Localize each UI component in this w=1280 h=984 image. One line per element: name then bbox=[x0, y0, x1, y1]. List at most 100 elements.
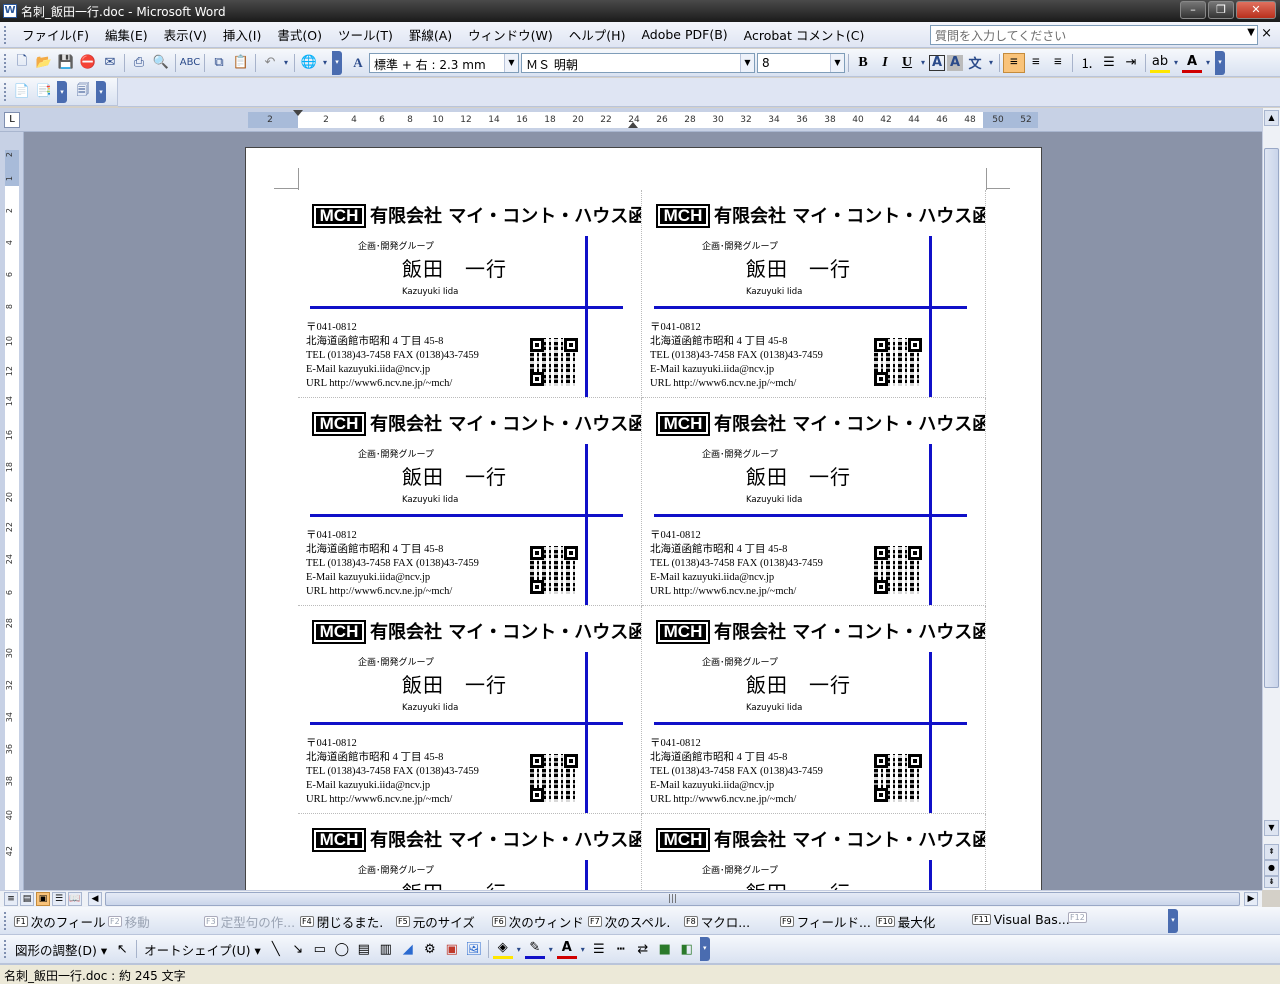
phonetic-guide-icon[interactable]: 文 bbox=[965, 53, 985, 73]
print-layout-icon[interactable]: ▣ bbox=[36, 892, 50, 906]
shadow-style-icon[interactable]: ■ bbox=[655, 939, 675, 959]
underline-dropdown-icon[interactable]: ▾ bbox=[919, 53, 927, 73]
style-combobox[interactable]: 標準 + 右 : 2.3 mm ▼ bbox=[369, 52, 519, 73]
align-center-icon[interactable]: ≡ bbox=[1025, 53, 1047, 73]
fill-color-dropdown-icon[interactable]: ▾ bbox=[515, 939, 523, 959]
highlight-dropdown-icon[interactable]: ▾ bbox=[1172, 53, 1180, 73]
outline-view-icon[interactable]: ☰ bbox=[52, 892, 66, 906]
clip-art-icon[interactable]: ▣ bbox=[442, 939, 462, 959]
scroll-down-button[interactable]: ▼ bbox=[1264, 820, 1279, 836]
bullets-icon[interactable]: ☰ bbox=[1099, 53, 1119, 73]
toolbar-options-icon[interactable]: ▾ bbox=[332, 50, 342, 75]
font-color-dropdown-icon[interactable]: ▾ bbox=[1204, 53, 1212, 73]
menu-help[interactable]: ヘルプ(H) bbox=[561, 25, 634, 44]
italic-button[interactable]: I bbox=[874, 53, 896, 73]
undo-icon[interactable]: ↶ bbox=[260, 53, 280, 73]
oval-icon[interactable]: ◯ bbox=[332, 939, 352, 959]
align-left-icon[interactable]: ≡ bbox=[1003, 52, 1025, 73]
text-box-icon[interactable]: ▤ bbox=[354, 939, 374, 959]
scroll-right-button[interactable]: ▶ bbox=[1244, 892, 1258, 906]
pdf-toolbar-options-icon[interactable]: ▾ bbox=[57, 80, 67, 103]
menu-grip[interactable] bbox=[4, 25, 8, 44]
save-icon[interactable]: 💾 bbox=[56, 53, 76, 73]
reading-layout-icon[interactable]: 📖 bbox=[68, 892, 82, 906]
draw-font-color-icon[interactable]: A bbox=[556, 939, 577, 959]
review-toolbar-options-icon[interactable]: ▾ bbox=[96, 80, 106, 103]
toolbar-grip[interactable] bbox=[4, 82, 8, 101]
fkey-f5[interactable]: F5 元のサイズ bbox=[396, 912, 475, 931]
vertical-ruler[interactable]: 2 1 2 4 6 8 10 12 14 16 18 20 22 24 6 28… bbox=[5, 150, 19, 890]
spelling-icon[interactable]: ABC bbox=[180, 53, 201, 73]
highlight-icon[interactable]: ab bbox=[1150, 53, 1170, 73]
horizontal-scroll-thumb[interactable]: ||| bbox=[105, 892, 1240, 906]
open-icon[interactable]: 📂 bbox=[34, 53, 54, 73]
menu-window[interactable]: ウィンドウ(W) bbox=[460, 25, 561, 44]
tab-selector[interactable]: L bbox=[4, 112, 20, 128]
first-line-indent-marker[interactable] bbox=[293, 110, 303, 116]
paste-icon[interactable]: 📋 bbox=[231, 53, 251, 73]
fkey-f1[interactable]: F1 次のフィール bbox=[14, 912, 105, 931]
select-objects-icon[interactable]: ↖ bbox=[112, 939, 132, 959]
next-page-icon[interactable]: ⇟ bbox=[1264, 876, 1279, 888]
right-indent-marker[interactable] bbox=[628, 122, 638, 128]
picture-icon[interactable]: 🖼 bbox=[464, 939, 484, 959]
fkey-f6[interactable]: F6 次のウィンド bbox=[492, 912, 584, 931]
fkey-f8[interactable]: F8 マクロ... bbox=[684, 912, 750, 931]
font-size-dropdown-icon[interactable]: ▼ bbox=[830, 53, 844, 72]
toolbar-grip[interactable] bbox=[4, 940, 8, 958]
pdf-review-icon[interactable]: 🗐 bbox=[73, 82, 93, 102]
autoshapes-menu[interactable]: オートシェイプ(U) ▾ bbox=[140, 940, 265, 959]
business-card[interactable]: MCH有限会社 マイ・コント・ハウス函館企画･開発グループ飯田 一行Kazuyu… bbox=[298, 606, 642, 814]
draw-font-color-dropdown-icon[interactable]: ▾ bbox=[579, 939, 587, 959]
vertical-scrollbar[interactable]: ▲ ▼ ⇞ ● ⇟ bbox=[1262, 108, 1280, 890]
styles-pane-icon[interactable]: A bbox=[348, 53, 368, 73]
scroll-left-button[interactable]: ◀ bbox=[88, 892, 102, 906]
font-size-combobox[interactable]: 8 ▼ bbox=[757, 52, 845, 73]
previous-page-icon[interactable]: ⇞ bbox=[1264, 844, 1279, 860]
research-dropdown-icon[interactable]: ▾ bbox=[321, 53, 329, 73]
browse-object-icon[interactable]: ● bbox=[1264, 860, 1279, 876]
business-card[interactable]: MCH有限会社 マイ・コント・ハウス函館企画･開発グループ飯田 一行Kazuyu… bbox=[642, 814, 986, 890]
print-icon[interactable]: ⎙ bbox=[129, 53, 149, 73]
underline-button[interactable]: U bbox=[896, 53, 918, 73]
new-document-icon[interactable]: 🗋 bbox=[12, 53, 32, 73]
arrow-style-icon[interactable]: ⇄ bbox=[633, 939, 653, 959]
vertical-text-box-icon[interactable]: ▥ bbox=[376, 939, 396, 959]
business-card[interactable]: MCH有限会社 マイ・コント・ハウス函館企画･開発グループ飯田 一行Kazuyu… bbox=[298, 398, 642, 606]
diagram-icon[interactable]: ⚙ bbox=[420, 939, 440, 959]
indent-icon[interactable]: ⇥ bbox=[1121, 53, 1141, 73]
draw-adjust-menu[interactable]: 図形の調整(D) ▾ bbox=[11, 940, 111, 959]
horizontal-ruler[interactable]: 2 2 4 6 8 10 12 14 16 18 20 22 24 26 28 … bbox=[248, 110, 1038, 128]
fkey-toolbar-options-icon[interactable]: ▾ bbox=[1168, 909, 1178, 933]
business-card[interactable]: MCH有限会社 マイ・コント・ハウス函館企画･開発グループ飯田 一行Kazuyu… bbox=[642, 190, 986, 398]
arrow-icon[interactable]: ↘ bbox=[288, 939, 308, 959]
email-icon[interactable]: ✉ bbox=[100, 53, 120, 73]
close-document-icon[interactable]: × bbox=[1261, 26, 1272, 41]
horizontal-scrollbar[interactable]: ≡ ▤ ▣ ☰ 📖 ◀ ||| ▶ bbox=[0, 890, 1262, 907]
font-combobox[interactable]: ＭＳ 明朝 ▼ bbox=[521, 52, 755, 73]
business-card[interactable]: MCH有限会社 マイ・コント・ハウス函館企画･開発グループ飯田 一行Kazuyu… bbox=[298, 814, 642, 890]
menu-format[interactable]: 書式(O) bbox=[269, 25, 330, 44]
menu-insert[interactable]: 挿入(I) bbox=[215, 25, 269, 44]
line-color-icon[interactable]: ✎ bbox=[524, 939, 545, 959]
formatting-options-icon[interactable]: ▾ bbox=[1215, 50, 1225, 75]
toolbar-grip[interactable] bbox=[4, 53, 8, 72]
help-search-input[interactable]: 質問を入力してください ▼ bbox=[930, 25, 1258, 45]
fkey-f11[interactable]: F11 Visual Bas... bbox=[972, 912, 1070, 927]
font-dropdown-icon[interactable]: ▼ bbox=[740, 53, 754, 72]
menu-table[interactable]: 罫線(A) bbox=[401, 25, 460, 44]
line-icon[interactable]: ╲ bbox=[266, 939, 286, 959]
fill-color-icon[interactable]: ◈ bbox=[492, 939, 513, 959]
copy-icon[interactable]: ⧉ bbox=[209, 53, 229, 73]
scroll-up-button[interactable]: ▲ bbox=[1264, 110, 1279, 126]
bold-button[interactable]: B bbox=[852, 53, 874, 73]
business-card[interactable]: MCH有限会社 マイ・コント・ハウス函館企画･開発グループ飯田 一行Kazuyu… bbox=[642, 398, 986, 606]
vertical-scroll-thumb[interactable] bbox=[1264, 148, 1279, 688]
wordart-icon[interactable]: ◢ bbox=[398, 939, 418, 959]
minimize-button[interactable]: – bbox=[1180, 1, 1206, 19]
line-color-dropdown-icon[interactable]: ▾ bbox=[547, 939, 555, 959]
pdf-email-icon[interactable]: 📑 bbox=[34, 82, 54, 102]
restore-button[interactable]: ❐ bbox=[1208, 1, 1234, 19]
menu-view[interactable]: 表示(V) bbox=[156, 25, 215, 44]
close-button[interactable]: ✕ bbox=[1236, 1, 1276, 19]
